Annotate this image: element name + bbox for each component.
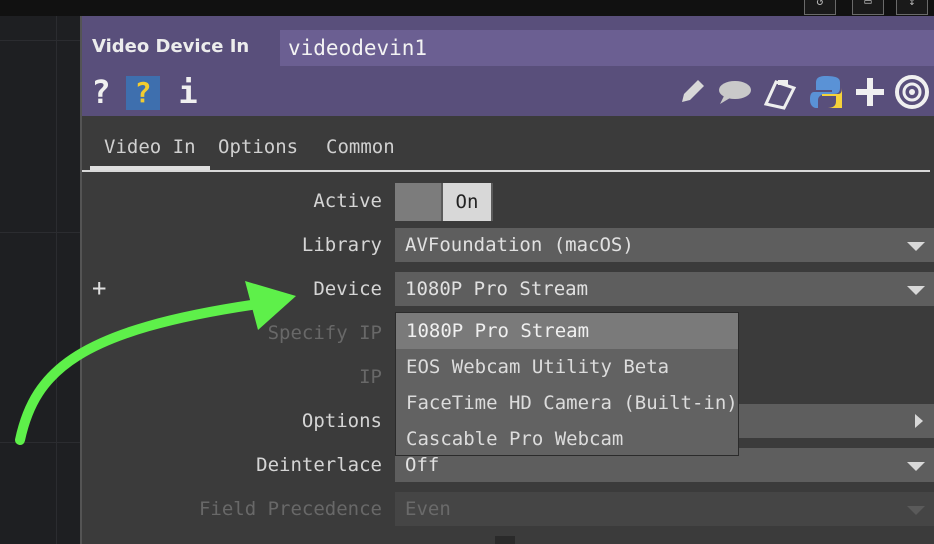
operator-header: Video Device In videodevin1 ? ? i xyxy=(82,16,934,116)
param-label-specify-ip: Specify IP xyxy=(267,322,382,344)
param-label-options: Options xyxy=(301,410,382,432)
maximize-button[interactable]: ▭ xyxy=(852,0,884,15)
python-help-glyph: ? xyxy=(134,76,152,109)
grid-line xyxy=(0,442,80,443)
python-help-icon[interactable]: ? xyxy=(126,76,160,110)
dropdown-option[interactable]: 1080P Pro Stream xyxy=(396,313,738,349)
comment-icon[interactable] xyxy=(716,76,754,108)
clipboard-icon[interactable] xyxy=(762,74,798,110)
python-icon[interactable] xyxy=(808,74,844,110)
active-toggle[interactable]: On xyxy=(395,183,493,221)
info-icon[interactable]: i xyxy=(178,72,198,112)
grid-line xyxy=(0,232,80,233)
resize-button[interactable]: ↕ xyxy=(896,0,928,15)
device-value: 1080P Pro Stream xyxy=(405,278,589,300)
dropdown-option[interactable]: EOS Webcam Utility Beta xyxy=(396,349,738,385)
param-label-active: Active xyxy=(313,190,382,212)
operator-type: Video Device In xyxy=(92,36,250,57)
field-precedence-value: Even xyxy=(405,498,451,520)
tab-common[interactable]: Common xyxy=(312,132,409,166)
param-label-library: Library xyxy=(301,234,382,256)
grid-line xyxy=(56,0,57,544)
chevron-right-icon xyxy=(915,414,923,428)
pencil-icon[interactable] xyxy=(676,76,708,108)
network-editor[interactable] xyxy=(0,0,80,544)
param-label-field-precedence: Field Precedence xyxy=(198,498,382,520)
parameter-panel: Video Device In videodevin1 ? ? i Video … xyxy=(80,16,934,544)
param-label-deinterlace: Deinterlace xyxy=(256,454,382,476)
device-dropdown-list: 1080P Pro Stream EOS Webcam Utility Beta… xyxy=(395,312,739,456)
tab-options[interactable]: Options xyxy=(204,132,312,166)
grid-line xyxy=(0,40,80,41)
toggle-value: On xyxy=(443,183,491,221)
dropdown-option[interactable]: Cascable Pro Webcam xyxy=(396,421,738,457)
scrollbar-handle[interactable] xyxy=(495,536,515,544)
device-menu[interactable]: 1080P Pro Stream xyxy=(395,272,934,306)
library-value: AVFoundation (macOS) xyxy=(405,234,634,256)
library-menu[interactable]: AVFoundation (macOS) xyxy=(395,228,934,262)
plus-icon[interactable] xyxy=(854,76,886,108)
field-precedence-menu: Even xyxy=(395,492,934,526)
toggle-knob xyxy=(395,183,441,221)
dropdown-option[interactable]: FaceTime HD Camera (Built-in) xyxy=(396,385,738,421)
operator-name-field[interactable]: videodevin1 xyxy=(280,30,934,66)
deinterlace-value: Off xyxy=(405,454,440,476)
help-icon[interactable]: ? xyxy=(90,72,112,112)
param-label-device: Device xyxy=(313,278,382,300)
chevron-down-icon xyxy=(907,506,925,515)
chevron-down-icon xyxy=(907,242,925,251)
chevron-down-icon xyxy=(907,462,925,471)
chevron-down-icon xyxy=(907,286,925,295)
window-title-bar: ↺ ▭ ↕ xyxy=(0,0,934,16)
header-toolbar: ? ? i xyxy=(82,72,934,114)
tab-video-in[interactable]: Video In xyxy=(90,132,210,170)
parameter-tabs: Video In Options Common xyxy=(90,132,934,170)
tab-divider xyxy=(82,170,930,172)
add-parameter-plus[interactable]: + xyxy=(92,274,106,302)
target-icon[interactable] xyxy=(894,74,930,110)
reset-window-button[interactable]: ↺ xyxy=(804,0,836,15)
param-label-ip: IP xyxy=(359,366,382,388)
